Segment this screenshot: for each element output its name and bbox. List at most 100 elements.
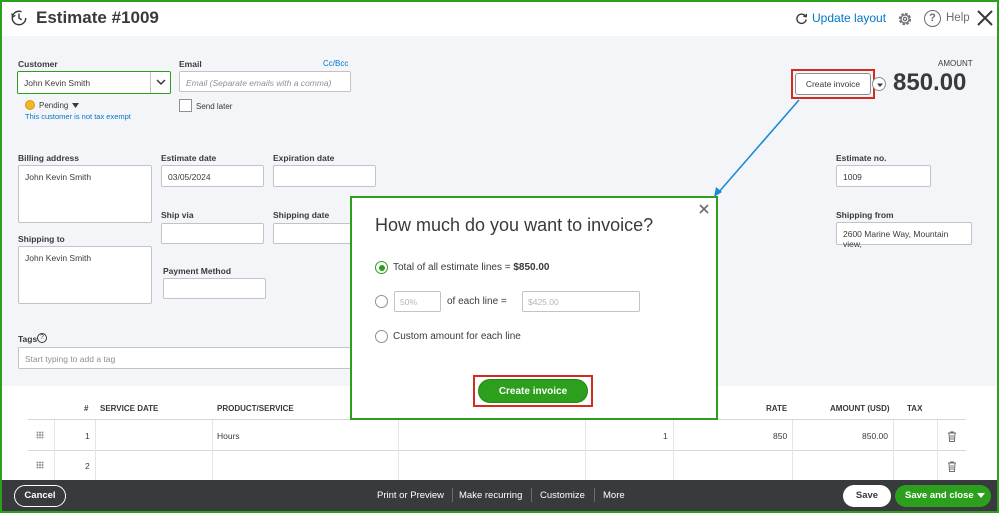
- gear-icon[interactable]: [896, 10, 914, 28]
- shipping-to-input[interactable]: John Kevin Smith: [18, 246, 152, 304]
- table-cell-qty[interactable]: 1: [663, 431, 668, 441]
- customer-dropdown[interactable]: [150, 72, 170, 93]
- estimate-date-input[interactable]: 03/05/2024: [161, 165, 264, 187]
- col-header-num: #: [84, 404, 89, 413]
- shipping-from-label: Shipping from: [836, 210, 894, 220]
- close-icon[interactable]: [975, 8, 995, 28]
- col-header-amount: AMOUNT (USD): [830, 404, 890, 413]
- option-percent-radio[interactable]: [375, 295, 388, 308]
- col-divider: [893, 420, 894, 480]
- col-header-tax: TAX: [907, 404, 923, 413]
- payment-method-input[interactable]: [163, 278, 266, 299]
- shipping-to-label: Shipping to: [18, 234, 65, 244]
- billing-address-label: Billing address: [18, 153, 79, 163]
- drag-handle-icon[interactable]: [36, 431, 44, 439]
- col-header-rate: RATE: [766, 404, 788, 413]
- footer-separator: [531, 488, 532, 502]
- estimate-no-label: Estimate no.: [836, 153, 887, 163]
- option-custom-radio[interactable]: [375, 330, 388, 343]
- print-preview-button[interactable]: Print or Preview: [377, 490, 444, 501]
- shipping-date-label: Shipping date: [273, 210, 330, 220]
- ship-via-label: Ship via: [161, 210, 194, 220]
- help-link[interactable]: Help: [946, 12, 970, 24]
- drag-handle-icon[interactable]: [36, 461, 44, 469]
- col-divider: [937, 420, 938, 480]
- expiration-date-label: Expiration date: [273, 153, 335, 163]
- make-recurring-button[interactable]: Make recurring: [459, 490, 522, 501]
- col-header-product: PRODUCT/SERVICE: [217, 404, 294, 413]
- table-cell-num: 2: [85, 461, 90, 471]
- estimate-no-input[interactable]: 1009: [836, 165, 931, 187]
- customer-label: Customer: [18, 59, 58, 69]
- ship-via-input[interactable]: [161, 223, 264, 244]
- amount-label: AMOUNT: [938, 59, 973, 68]
- option-total-amount: $850.00: [513, 262, 550, 273]
- email-input[interactable]: Email (Separate emails with a comma): [179, 71, 351, 92]
- tax-exempt-note[interactable]: This customer is not tax exempt: [25, 112, 131, 121]
- col-divider: [54, 420, 55, 480]
- create-invoice-button[interactable]: Create invoice: [795, 73, 871, 95]
- col-divider: [673, 420, 674, 480]
- send-later-label: Send later: [196, 102, 233, 111]
- option-total-label[interactable]: Total of all estimate lines = $850.00: [393, 262, 550, 273]
- customize-button[interactable]: Customize: [540, 490, 585, 501]
- shipping-date-input[interactable]: [273, 223, 353, 244]
- option-custom-label[interactable]: Custom amount for each line: [393, 331, 521, 342]
- row-divider: [28, 450, 966, 451]
- save-and-close-button[interactable]: Save and close: [895, 485, 991, 507]
- save-button[interactable]: Save: [843, 485, 891, 507]
- save-and-close-label: Save and close: [905, 490, 974, 501]
- table-cell-rate[interactable]: 850: [773, 431, 787, 441]
- tags-input[interactable]: Start typing to add a tag: [18, 347, 353, 369]
- invoice-amount-dialog: How much do you want to invoice? Total o…: [350, 196, 718, 420]
- col-divider: [792, 420, 793, 480]
- option-total-radio[interactable]: [375, 261, 388, 274]
- col-divider: [398, 420, 399, 480]
- customer-select[interactable]: John Kevin Smith: [17, 71, 171, 94]
- status-badge[interactable]: Pending: [25, 100, 80, 110]
- expiration-date-input[interactable]: [273, 165, 376, 187]
- page-title: Estimate #1009: [36, 8, 159, 27]
- cc-bcc-link[interactable]: Cc/Bcc: [323, 59, 348, 68]
- create-invoice-confirm-button[interactable]: Create invoice: [478, 379, 588, 403]
- percent-input[interactable]: 50%: [394, 291, 441, 312]
- close-icon[interactable]: [698, 203, 710, 215]
- create-invoice-dropdown[interactable]: [872, 77, 886, 91]
- refresh-icon: [796, 12, 808, 24]
- billing-address-input[interactable]: John Kevin Smith: [18, 165, 152, 223]
- option-percent-label: of each line =: [447, 296, 507, 307]
- col-divider: [95, 420, 96, 480]
- payment-method-label: Payment Method: [163, 266, 232, 276]
- footer-separator: [594, 488, 595, 502]
- caret-down-icon[interactable]: [977, 493, 985, 498]
- help-icon[interactable]: ?: [924, 10, 941, 27]
- cancel-button[interactable]: Cancel: [14, 485, 66, 507]
- tags-label: Tags: [18, 334, 38, 344]
- chevron-down-icon: [156, 79, 166, 86]
- trash-icon[interactable]: [947, 461, 957, 472]
- footer-bar: Cancel Print or Preview Make recurring C…: [2, 480, 997, 511]
- amount-total: 850.00: [893, 69, 967, 96]
- col-header-service-date: SERVICE DATE: [100, 404, 159, 413]
- caret-down-icon: [877, 83, 883, 87]
- percent-amount-input[interactable]: $425.00: [522, 291, 640, 312]
- customer-value: John Kevin Smith: [24, 78, 91, 88]
- shipping-from-input[interactable]: 2600 Marine Way, Mountain view,: [836, 222, 972, 249]
- status-text: Pending: [39, 100, 69, 110]
- table-cell-amount[interactable]: 850.00: [862, 431, 888, 441]
- email-label: Email: [179, 59, 202, 69]
- trash-icon[interactable]: [947, 431, 957, 442]
- more-button[interactable]: More: [603, 490, 625, 501]
- estimate-history-icon[interactable]: [10, 9, 28, 27]
- estimate-date-label: Estimate date: [161, 153, 217, 163]
- header-bar: Estimate #1009 Update layout ? Help: [2, 2, 997, 36]
- table-cell-product[interactable]: Hours: [217, 431, 240, 441]
- tags-help-icon[interactable]: ?: [37, 333, 47, 343]
- col-divider: [585, 420, 586, 480]
- col-divider: [212, 420, 213, 480]
- update-layout-link[interactable]: Update layout: [795, 11, 886, 25]
- pending-status-icon: [25, 100, 35, 110]
- send-later-checkbox[interactable]: [179, 99, 192, 112]
- caret-down-icon: [72, 102, 80, 108]
- update-layout-label: Update layout: [812, 11, 887, 25]
